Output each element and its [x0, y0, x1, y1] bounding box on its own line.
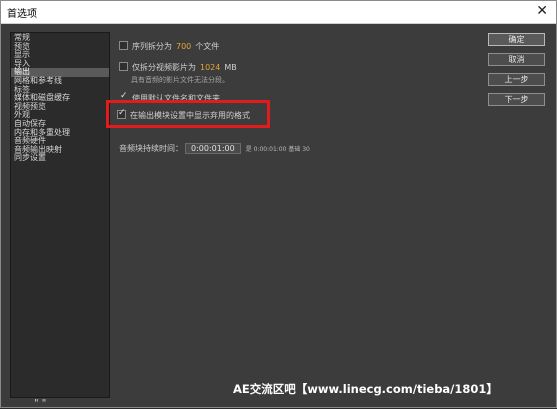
audio-block-duration-input[interactable]: 0:00:01:00: [185, 143, 241, 154]
close-icon[interactable]: ✕: [536, 3, 548, 19]
audio-block-duration-label: 音频块持续时间：: [119, 144, 183, 153]
video-split-option[interactable]: 仅拆分视频影片为 1024 MB: [119, 62, 237, 73]
sequence-split-option[interactable]: 序列拆分为 700 个文件: [119, 41, 219, 52]
sequence-split-label: 序列拆分为: [132, 42, 172, 51]
next-button[interactable]: 下一步: [488, 93, 545, 106]
sequence-split-value[interactable]: 700: [176, 42, 191, 51]
title-bar: 首选项 ✕: [1, 1, 556, 24]
video-split-value[interactable]: 1024: [200, 63, 220, 72]
sequence-split-unit: 个文件: [195, 42, 220, 51]
nav-item[interactable]: 同步设置: [11, 154, 109, 163]
video-split-note: 具有音频的影片文件无法分段。: [131, 76, 229, 84]
preferences-category-list: 常规 预览 显示 导入 输出 网格和参考线 标签 媒体和磁盘缓存 视频预览 外观 自动保存 内存和多重…: [10, 32, 110, 398]
annotation-highlight-box: [106, 100, 270, 128]
watermark-text: AE交流区吧【www.linecg.com/tieba/1801】: [233, 382, 498, 396]
preferences-dialog: 首选项 ✕ 常规 预览 显示 导入 输出 网格和参考线 标签 媒体和磁盘缓存 视频预览 外观 自动保…: [0, 0, 557, 409]
audio-block-duration-note: 是 0:00:01:00 基础 30: [245, 146, 310, 153]
cancel-button[interactable]: 取消: [488, 53, 545, 66]
previous-button[interactable]: 上一步: [488, 73, 545, 86]
video-split-unit: MB: [224, 63, 237, 72]
audio-block-duration: 音频块持续时间： 0:00:01:00 是 0:00:01:00 基础 30: [119, 143, 310, 154]
video-split-label: 仅拆分视频影片为: [132, 63, 196, 72]
sequence-split-checkbox[interactable]: [119, 41, 128, 50]
video-split-checkbox[interactable]: [119, 62, 128, 71]
ok-button[interactable]: 确定: [488, 33, 545, 46]
window-title: 首选项: [7, 9, 37, 20]
